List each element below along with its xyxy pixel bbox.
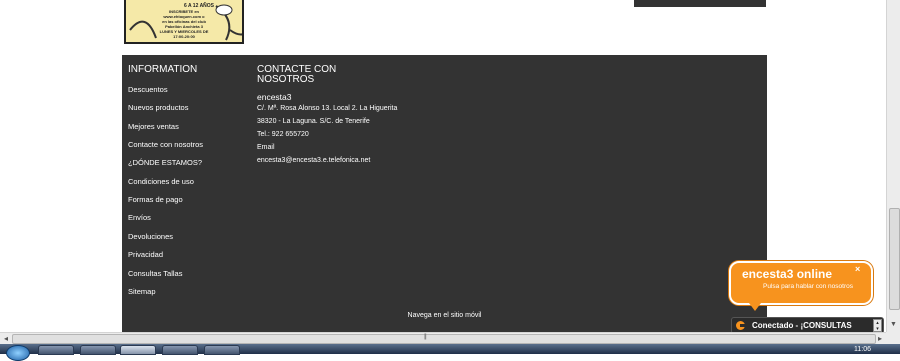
footer-link-devoluciones[interactable]: Devoluciones bbox=[128, 232, 173, 241]
horizontal-scroll-thumb[interactable] bbox=[12, 334, 876, 344]
chat-logo-icon bbox=[736, 321, 745, 330]
footer-link-descuentos[interactable]: Descuentos bbox=[128, 85, 168, 94]
scroll-down-arrow-icon[interactable]: ▼ bbox=[889, 320, 898, 330]
address-line-1: C/. Mª. Rosa Alonso 13. Local 2. La Higu… bbox=[257, 105, 398, 112]
footer-link-mejores-ventas[interactable]: Mejores ventas bbox=[128, 122, 179, 131]
chat-spinner[interactable]: ▴ ▾ bbox=[873, 319, 882, 332]
footer-link-sitemap[interactable]: Sitemap bbox=[128, 287, 156, 296]
footer-link-privacidad[interactable]: Privacidad bbox=[128, 250, 163, 259]
chat-invite-bubble[interactable]: encesta3 online Pulsa para hablar con no… bbox=[729, 261, 873, 311]
start-button-icon[interactable] bbox=[6, 345, 30, 361]
footer-link-contacte[interactable]: Contacte con nosotros bbox=[128, 140, 203, 149]
tray-clock[interactable]: 11:06 bbox=[854, 346, 871, 353]
scroll-grip-icon: ||| bbox=[424, 334, 427, 340]
chat-title: encesta3 online bbox=[742, 267, 833, 281]
club-ad-image[interactable]: 6 A 12 AÑOS INSCRIBETE en www.ehtoquen.c… bbox=[124, 0, 244, 44]
vertical-scrollbar[interactable]: ▼ bbox=[886, 0, 900, 332]
vertical-scroll-thumb[interactable] bbox=[889, 208, 900, 310]
scroll-left-arrow-icon[interactable]: ◂ bbox=[0, 333, 12, 344]
footer-link-nuevos-productos[interactable]: Nuevos productos bbox=[128, 103, 188, 112]
footer-link-condiciones[interactable]: Condiciones de uso bbox=[128, 177, 194, 186]
taskbar: 11:06 bbox=[0, 344, 900, 361]
mobile-site-link[interactable]: Navega en el sitio móvil bbox=[122, 312, 767, 319]
information-heading: INFORMATION bbox=[128, 64, 198, 75]
phone-number: Tel.: 922 655720 bbox=[257, 131, 309, 138]
footer-link-envios[interactable]: Envíos bbox=[128, 213, 151, 222]
email-label: Email bbox=[257, 144, 275, 151]
ad-line: 17:00-20:00 bbox=[173, 34, 195, 39]
horizontal-scrollbar[interactable]: ◂ ||| ▸ bbox=[0, 332, 886, 344]
chat-status-text: Conectado - ¡CONSULTAS bbox=[752, 321, 852, 330]
chat-subtitle: Pulsa para hablar con nosotros bbox=[763, 283, 853, 290]
contact-heading: CONTACTE CON NOSOTROS bbox=[257, 64, 337, 85]
scroll-right-arrow-icon[interactable]: ▸ bbox=[874, 333, 886, 344]
footer-link-consultas-tallas[interactable]: Consultas Tallas bbox=[128, 269, 182, 278]
email-link[interactable]: encesta3@encesta3.e.telefonica.net bbox=[257, 157, 370, 164]
address-line-2: 38320 - La Laguna. S/C. de Tenerife bbox=[257, 118, 370, 125]
company-name: encesta3 bbox=[257, 92, 292, 102]
footer-link-donde-estamos[interactable]: ¿DÓNDE ESTAMOS? bbox=[128, 158, 202, 167]
ad-text: 6 A 12 AÑOS INSCRIBETE en www.ehtoquen.c… bbox=[154, 4, 214, 40]
scrollbar-corner bbox=[886, 332, 900, 344]
footer-link-formas-pago[interactable]: Formas de pago bbox=[128, 195, 183, 204]
footer: INFORMATION Descuentos Nuevos productos … bbox=[122, 55, 767, 332]
top-dark-block bbox=[634, 0, 766, 7]
chat-close-icon[interactable]: × bbox=[855, 264, 860, 274]
